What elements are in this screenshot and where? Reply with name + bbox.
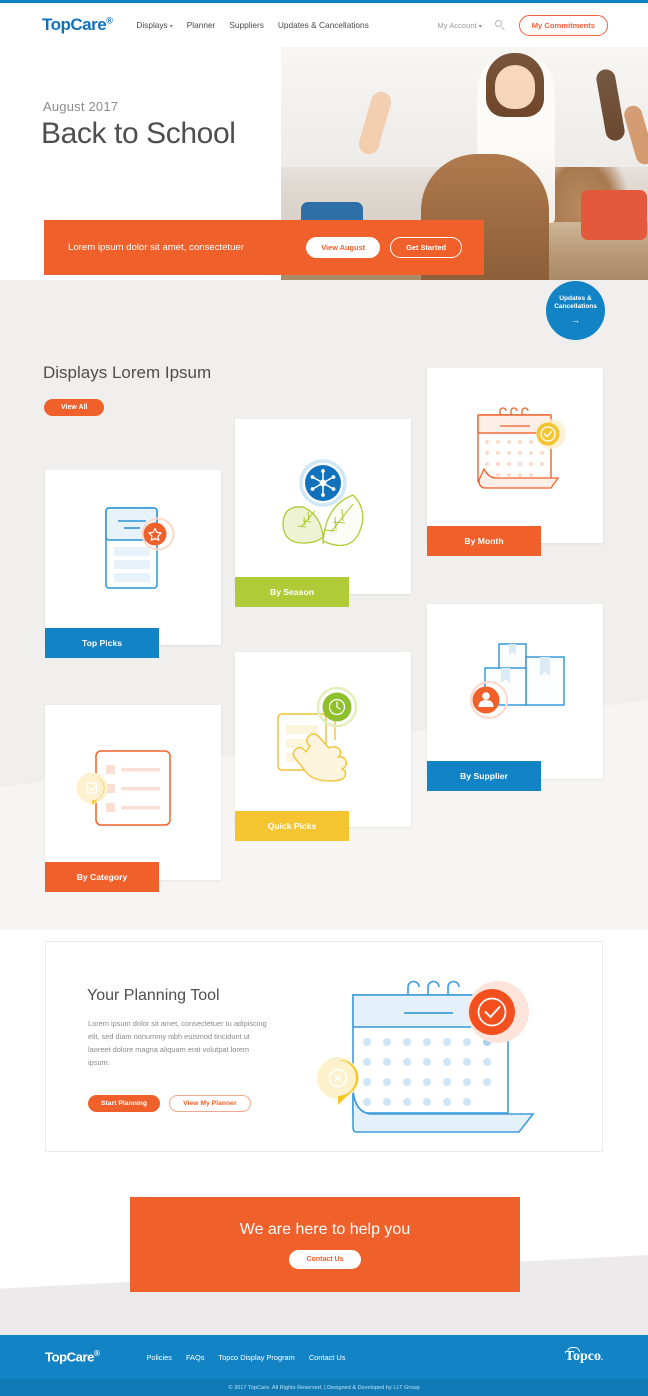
display-card-label-quick-picks[interactable]: Quick Picks [235, 811, 349, 841]
boxes-person-icon [469, 643, 565, 720]
get-started-button[interactable]: Get Started [390, 237, 462, 258]
page-root: TopCare® Displays ▾ Planner Suppliers Upd… [0, 0, 648, 1396]
nav-item-suppliers[interactable]: Suppliers [229, 20, 264, 30]
planning-tool-title: Your Planning Tool [87, 987, 220, 1004]
display-card-label-by-supplier[interactable]: By Supplier [427, 761, 541, 791]
hero-eyebrow: August 2017 [43, 99, 119, 114]
header-utilities: My Account ▾ My Commitments [437, 14, 608, 36]
display-card-by-season[interactable] [235, 419, 411, 594]
footer-links: Policies FAQs Topco Display Program Cont… [146, 1353, 345, 1362]
display-card-label-by-category[interactable]: By Category [45, 862, 159, 892]
contact-us-button[interactable]: Contact Us [288, 1249, 362, 1269]
display-card-by-month[interactable] [427, 368, 603, 543]
footer-link-faqs[interactable]: FAQs [186, 1353, 204, 1362]
registered-mark: ® [106, 15, 113, 26]
updates-cancellations-badge[interactable]: Updates & Cancellations → [546, 281, 605, 340]
view-august-button[interactable]: View August [306, 237, 381, 258]
site-footer: TopCare® Policies FAQs Topco Display Pro… [0, 1335, 648, 1379]
nav-label: Displays [136, 20, 168, 30]
chevron-down-icon: ▾ [169, 24, 173, 30]
hero-promo-band: Lorem ipsum dolor sit amet, consectetuer… [44, 220, 484, 275]
help-cta-title: We are here to help you [239, 1220, 411, 1238]
badge-line-1: Updates & [559, 294, 592, 302]
document-star-icon [105, 507, 175, 589]
primary-nav: Displays ▾ Planner Suppliers Updates & Ca… [136, 20, 368, 30]
footer-logo-text: TopCare [45, 1349, 94, 1365]
footer-link-policies[interactable]: Policies [146, 1353, 171, 1362]
footer-link-contact-us[interactable]: Contact Us [309, 1353, 346, 1362]
hand-clock-icon [277, 686, 358, 782]
planning-tool-body: Lorem ipsum dolor sit amet, consectetuer… [88, 1019, 267, 1067]
topco-brand-logo[interactable]: Topco. [565, 1347, 603, 1365]
my-account-menu[interactable]: My Account ▾ [437, 21, 481, 30]
display-card-by-category[interactable] [45, 705, 221, 880]
hero-promo-text: Lorem ipsum dolor sit amet, consectetuer [68, 242, 244, 253]
badge-line-2: Cancellations [554, 303, 597, 311]
my-account-label: My Account [437, 20, 477, 30]
planning-tool-panel: Your Planning Tool Lorem ipsum dolor sit… [45, 941, 603, 1152]
leaves-snowflake-icon [282, 459, 364, 547]
hero-promo-actions: View August Get Started [306, 237, 462, 258]
display-card-top-picks[interactable] [45, 470, 221, 645]
planning-tool-actions: Start Planning View My Planner [88, 1095, 251, 1112]
footer-link-topco-display-program[interactable]: Topco Display Program [218, 1353, 294, 1362]
registered-mark: ® [93, 1349, 100, 1359]
topco-brand-period: . [601, 1353, 603, 1362]
checklist-edit-icon [76, 750, 171, 826]
display-card-label-by-season[interactable]: By Season [235, 577, 349, 607]
start-planning-button[interactable]: Start Planning [88, 1095, 161, 1112]
view-my-planner-button[interactable]: View My Planner [169, 1095, 251, 1112]
site-header: TopCare® Displays ▾ Planner Suppliers Upd… [0, 3, 648, 47]
nav-item-planner[interactable]: Planner [187, 20, 216, 30]
display-card-quick-picks[interactable] [235, 652, 411, 827]
site-logo[interactable]: TopCare® [42, 15, 113, 35]
hero-title: Back to School [41, 117, 236, 150]
arrow-right-icon: → [571, 315, 580, 326]
display-card-by-supplier[interactable] [427, 604, 603, 779]
search-icon[interactable] [494, 19, 506, 31]
copyright-text: © 2017 TopCare. All Rights Reserved. | D… [228, 1384, 420, 1391]
nav-item-displays[interactable]: Displays ▾ [136, 20, 172, 30]
view-all-button[interactable]: View All [44, 399, 105, 416]
calendar-check-icon [477, 407, 566, 489]
topco-arc-icon [566, 1347, 580, 1352]
display-card-label-top-picks[interactable]: Top Picks [45, 628, 159, 658]
displays-section-title: Displays Lorem Ipsum [43, 363, 212, 382]
calendar-check-cancel-icon [317, 980, 535, 1133]
nav-item-updates-cancellations[interactable]: Updates & Cancellations [278, 20, 369, 30]
hero-section: August 2017 Back to School Lorem ipsum d… [0, 47, 648, 280]
footer-legal-bar: © 2017 TopCare. All Rights Reserved. | D… [0, 1379, 648, 1396]
help-cta-banner: We are here to help you Contact Us [130, 1197, 520, 1292]
chevron-down-icon: ▾ [478, 23, 482, 30]
my-commitments-button[interactable]: My Commitments [518, 14, 608, 36]
footer-logo[interactable]: TopCare® [45, 1349, 100, 1365]
display-card-label-by-month[interactable]: By Month [427, 526, 541, 556]
site-logo-text: TopCare [42, 15, 107, 34]
